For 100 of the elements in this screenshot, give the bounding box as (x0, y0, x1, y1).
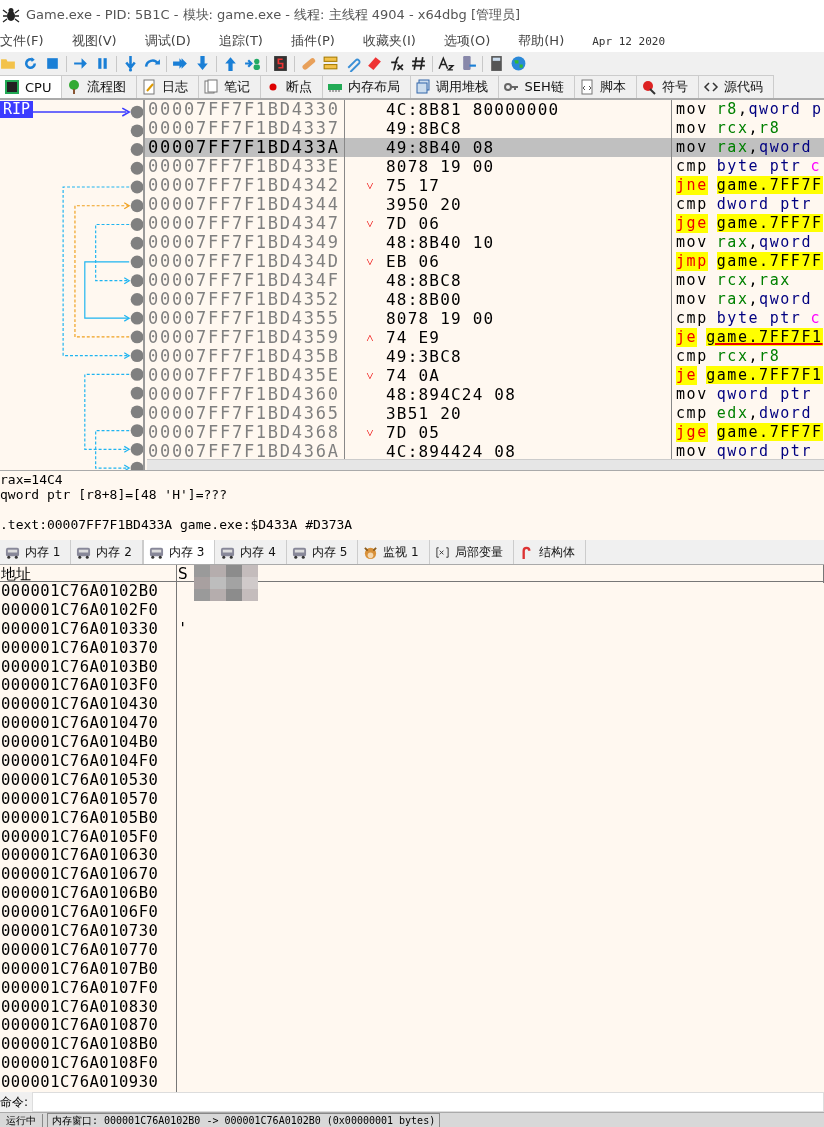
operands: rax,qword (716, 138, 812, 157)
breakpoint-dot[interactable] (130, 180, 144, 194)
address-cell: 000001C76A010830 (0, 997, 177, 1017)
breakpoint-dot[interactable] (130, 424, 144, 437)
address-cell: 000001C76A0102B0 (0, 582, 177, 601)
address-cell: 000001C76A0102F0 (0, 600, 177, 620)
bytes-cell: 7D 06 (386, 214, 441, 233)
command-input[interactable] (32, 1092, 824, 1112)
double-arrow-icon[interactable] (172, 55, 189, 72)
rip-label: RIP (0, 101, 34, 118)
breakpoint-dot[interactable] (130, 143, 144, 156)
script-page-icon (578, 79, 595, 95)
breakpoint-dot[interactable] (130, 161, 144, 175)
bytes-cell: 49:3BC8 (386, 347, 462, 366)
address-cell: 000001C76A010870 (0, 1016, 177, 1036)
address-cell: 000001C76A0107B0 (0, 959, 177, 979)
bytes-cell: 48:8BC8 (386, 271, 462, 290)
breakpoint-dot[interactable] (130, 368, 144, 381)
status-state: 运行中 (0, 1113, 43, 1127)
operands: game.7FF7F (716, 252, 823, 271)
address-cell: 000001C76A0106F0 (0, 903, 177, 923)
breakpoint-dot[interactable] (130, 274, 144, 288)
tab[interactable]: 结构体 (513, 540, 586, 564)
tab[interactable]: 内存 4 (215, 540, 287, 564)
menu-item[interactable]: 帮助(H) (518, 32, 573, 50)
tab[interactable]: 日志 (137, 75, 200, 98)
mnemonic: cmp (676, 404, 708, 423)
tab[interactable]: CPU (0, 75, 63, 98)
status-message: 内存窗口: 000001C76A0102B0 -> 000001C76A0102B0 (0x00000001 bytes) (47, 1112, 441, 1127)
breakpoint-dot[interactable] (130, 293, 144, 306)
hash-icon[interactable] (410, 55, 427, 72)
breakpoint-dot[interactable] (130, 386, 144, 400)
breakpoint-dot[interactable] (130, 236, 144, 250)
bytes-cell: 3B51 20 (386, 404, 462, 423)
breakpoint-dot[interactable] (130, 405, 144, 419)
address-cell: 00007FF7F1BD4344 (145, 195, 345, 214)
operands: rcx,rax (716, 271, 791, 290)
menu-item[interactable]: 追踪(T) (218, 32, 271, 50)
tab[interactable]: 笔记 (199, 75, 262, 98)
operands: rax,qword (716, 233, 812, 252)
tab[interactable]: 内存 5 (286, 540, 359, 564)
breakpoint-dot[interactable] (130, 199, 144, 213)
menu-item[interactable]: 调试(D) (144, 32, 199, 50)
breakpoint-dot[interactable] (130, 124, 144, 138)
tab[interactable]: 内存 2 (71, 540, 143, 564)
tab[interactable]: 源代码 (698, 75, 774, 98)
tab[interactable]: 内存 1 (0, 540, 72, 564)
branch-marker: ˄ (365, 329, 375, 347)
address-cell: 000001C76A0103B0 (0, 657, 177, 677)
address-cell: 00007FF7F1BD4349 (145, 233, 345, 252)
mnemonic: mov (676, 100, 708, 119)
breakpoint-dot[interactable] (130, 255, 144, 269)
breakpoint-dot[interactable] (130, 349, 144, 363)
ascii-cell-text: ' (177, 619, 189, 639)
breakpoint-dot[interactable] (130, 442, 144, 456)
calculator-icon[interactable] (488, 55, 505, 72)
mnemonic: cmp (676, 309, 708, 328)
address-cell: 000001C76A0105B0 (0, 808, 177, 828)
tab[interactable]: 脚本 (574, 75, 637, 98)
menu-item[interactable]: 文件(F) (0, 32, 52, 50)
tab[interactable]: 监视 1 (358, 540, 430, 564)
tab[interactable]: 符号 (636, 75, 699, 98)
command-label: 命令: (0, 1093, 29, 1111)
breakpoint-dot[interactable] (130, 311, 144, 325)
operands: game.7FF7F1 (706, 328, 823, 347)
mnemonic: jge (676, 214, 708, 233)
breakpoint-dot[interactable] (130, 218, 144, 231)
tab[interactable]: 局部变量 (429, 540, 514, 564)
bytes-cell: 48:894C24 08 (386, 385, 516, 404)
font-size-icon[interactable] (438, 55, 455, 72)
stop-icon[interactable] (44, 55, 61, 72)
arrow-up-icon[interactable] (222, 55, 239, 72)
address-cell: 000001C76A010530 (0, 770, 177, 790)
tab[interactable]: 内存布局 (323, 75, 412, 98)
breakpoint-dot[interactable] (130, 330, 144, 344)
branch-marker: ˅ (365, 215, 375, 233)
menu-item[interactable]: 选项(O) (443, 32, 499, 50)
step-into-icon[interactable] (122, 55, 139, 72)
horizontal-scrollbar[interactable] (147, 459, 824, 470)
globe-icon[interactable] (510, 55, 527, 72)
dog-face-icon (362, 544, 380, 560)
bytes-cell: EB 06 (386, 252, 441, 271)
address-cell: 000001C76A010430 (0, 695, 177, 715)
operands: qword ptr (716, 385, 812, 404)
tab[interactable]: 内存 3 (142, 540, 216, 564)
function-icon[interactable] (388, 55, 405, 72)
column-header[interactable]: 地址 (0, 565, 177, 583)
menu-item[interactable]: 插件(P) (290, 32, 343, 50)
tab[interactable]: 调用堆栈 (411, 75, 500, 98)
operands: r8,qword p (716, 100, 823, 119)
menu-item[interactable]: 视图(V) (71, 32, 125, 50)
tab[interactable]: 流程图 (62, 75, 138, 98)
address-cell: 00007FF7F1BD434F (145, 271, 345, 290)
restart-icon[interactable] (22, 55, 39, 72)
menu-item[interactable]: 收藏夹(I) (362, 32, 424, 50)
tab[interactable]: SEH链 (499, 75, 575, 98)
address-cell: 00007FF7F1BD4347 (145, 214, 345, 233)
tab[interactable]: 断点 (261, 75, 324, 98)
address-cell: 000001C76A010370 (0, 638, 177, 658)
breakpoint-dot[interactable] (130, 105, 144, 119)
